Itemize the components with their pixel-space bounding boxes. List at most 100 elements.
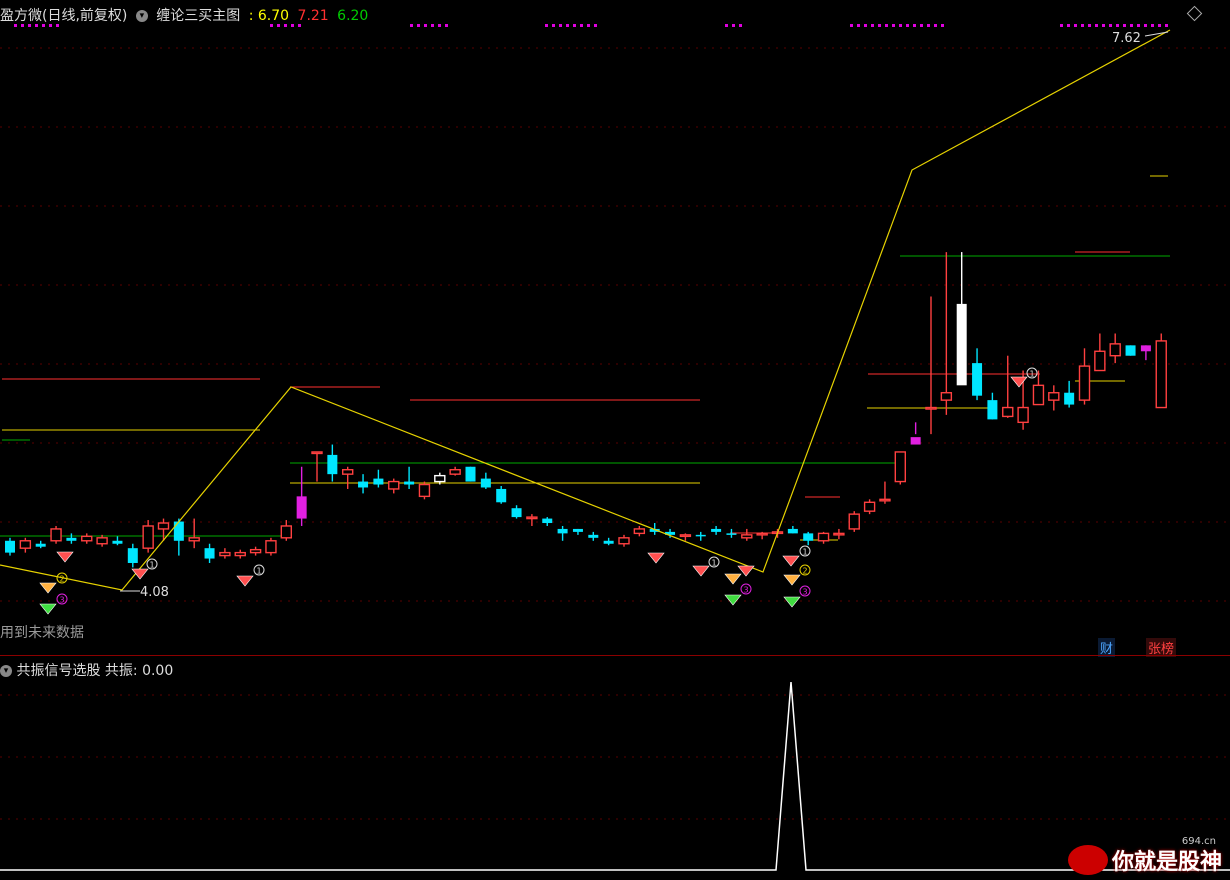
signal-dot [941, 24, 944, 27]
candle [572, 528, 583, 535]
orange-diamond-icon [783, 574, 801, 586]
dropdown-circle-icon[interactable]: ▾ [135, 10, 148, 22]
signal-dot [878, 24, 881, 27]
signal-dot [899, 24, 902, 27]
candle [618, 534, 630, 547]
stock-title: 盈方微(日线,前复权) [0, 8, 128, 24]
signal-dot [1060, 24, 1063, 27]
candle [480, 472, 491, 489]
signal-dot [431, 24, 434, 27]
signal-dot [417, 24, 420, 27]
numbered-marker-text: 3 [743, 586, 748, 595]
candle [633, 525, 646, 537]
candle [96, 534, 108, 547]
candle [1048, 385, 1060, 411]
sub-chart-value: 共振: 0.00 [104, 663, 174, 679]
signal-dot [920, 24, 923, 27]
signal-dot [1088, 24, 1091, 27]
candle [741, 528, 753, 541]
candle [956, 252, 967, 386]
candle [311, 451, 323, 482]
signal-dot [545, 24, 548, 27]
candle [112, 536, 123, 546]
candle [404, 466, 415, 489]
indicator-value-2: 7.21 [297, 8, 329, 24]
candle [127, 543, 138, 568]
sub-chart-svg[interactable] [0, 657, 1230, 880]
candle [803, 531, 814, 546]
sub-chart-title: 共振信号选股 [16, 663, 101, 679]
future-data-note: 用到未来数据 [0, 625, 84, 641]
main-chart-svg[interactable]: 1 1 1 1 1 2 2 3 3 3 7.62 4.08 [0, 0, 1230, 656]
indicator-name: 缠论三买主图 [156, 8, 241, 24]
orange-diamond-icon [724, 573, 742, 585]
candle [388, 478, 400, 494]
watermark: 你就是股神 694.cn [1067, 836, 1222, 878]
numbered-marker-text: 1 [711, 559, 716, 568]
signal-dot [438, 24, 441, 27]
candle [925, 296, 937, 435]
candle [972, 348, 983, 401]
candle [588, 531, 599, 541]
resonance-signal-line [0, 681, 1230, 871]
signal-dot [1151, 24, 1154, 27]
numbered-marker-text: 1 [149, 561, 154, 570]
candle [756, 531, 768, 540]
sub-dropdown-circle-icon[interactable]: ▾ [0, 665, 12, 677]
sell-diamond-icon [236, 575, 254, 587]
candle [173, 518, 184, 556]
numbered-marker-text: 3 [59, 596, 64, 605]
candle [66, 533, 77, 544]
candle [1078, 348, 1091, 405]
signal-dot [1067, 24, 1070, 27]
candle [35, 540, 46, 549]
signal-dot [1102, 24, 1105, 27]
signal-dot [573, 24, 576, 27]
signal-dot [1158, 24, 1161, 27]
signal-dot [913, 24, 916, 27]
candle [1094, 333, 1106, 372]
signal-dot [892, 24, 895, 27]
candle [787, 525, 798, 534]
sell-diamond-icon [131, 568, 149, 580]
signal-dot [1165, 24, 1168, 27]
green-diamond-icon [39, 603, 57, 615]
panel-divider [0, 655, 1230, 656]
candle [542, 517, 553, 526]
signal-dot [885, 24, 888, 27]
candle [296, 466, 307, 526]
candle [249, 546, 262, 556]
numbered-marker-text: 1 [1029, 370, 1034, 379]
candle [358, 474, 369, 494]
candle [265, 537, 277, 556]
signal-dot [1109, 24, 1112, 27]
signal-dot [566, 24, 569, 27]
signal-dot [594, 24, 597, 27]
signal-dot [580, 24, 583, 27]
signal-dot [1130, 24, 1133, 27]
signal-dot [1137, 24, 1140, 27]
signal-dot [934, 24, 937, 27]
orange-diamond-icon [39, 582, 57, 594]
candle [1032, 370, 1045, 406]
high-price-label: 7.62 [1112, 31, 1141, 46]
candle [19, 537, 32, 553]
candle [940, 252, 953, 415]
indicator-value-3: 6.20 [337, 8, 369, 24]
signal-dot [732, 24, 735, 27]
green-diamond-icon [724, 594, 742, 606]
green-diamond-icon [783, 596, 801, 608]
candle [449, 466, 461, 476]
signal-dot [739, 24, 742, 27]
candle [603, 537, 614, 546]
candle [526, 514, 538, 526]
candle [81, 533, 93, 544]
candle [910, 422, 921, 445]
watermark-site: 694.cn [1181, 836, 1216, 847]
candle [879, 481, 891, 504]
candle [511, 505, 522, 519]
candle [418, 481, 431, 500]
signal-dot [1074, 24, 1077, 27]
signal-dot [864, 24, 867, 27]
signal-dot [1095, 24, 1098, 27]
